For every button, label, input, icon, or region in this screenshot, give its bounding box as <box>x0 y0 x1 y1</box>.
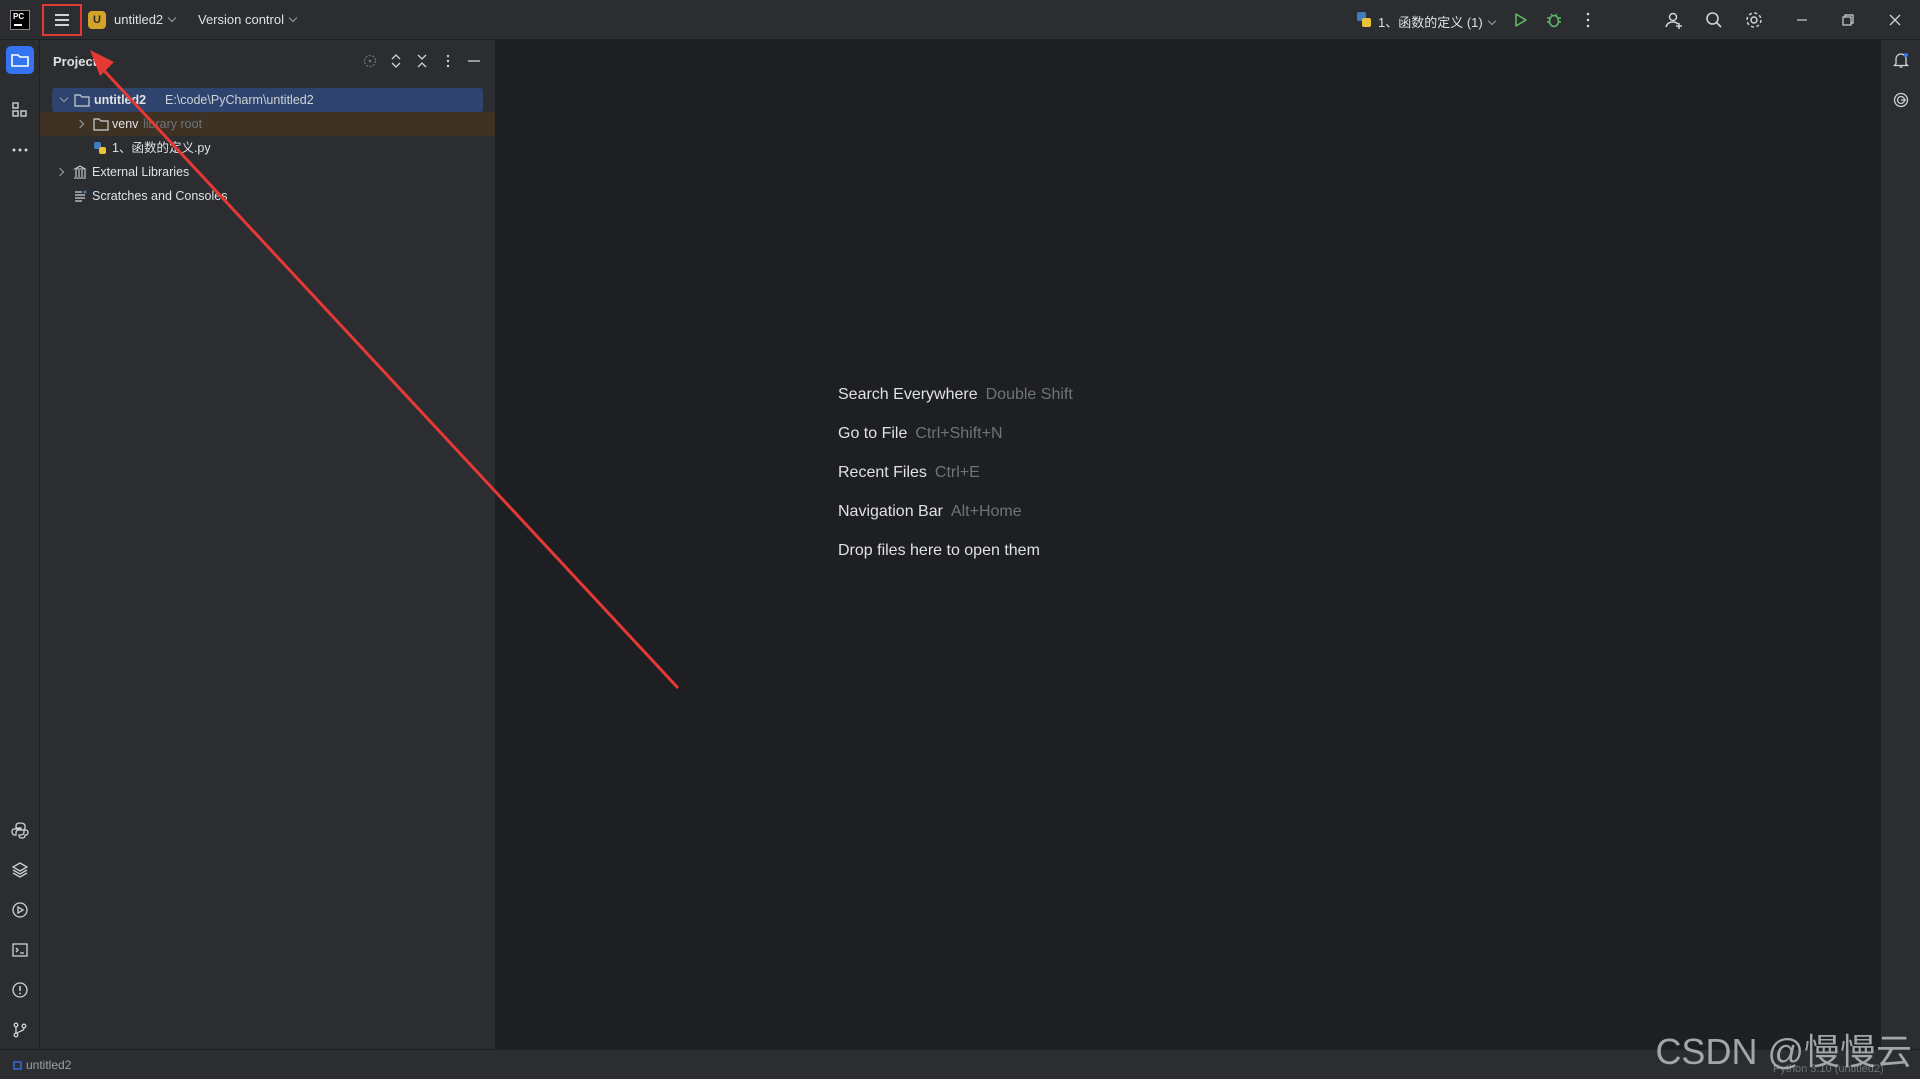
left-tool-strip <box>0 40 40 1049</box>
hint-label: Go to File <box>838 425 908 442</box>
hint-go-to-file[interactable]: Go to File Ctrl+Shift+N <box>838 425 1003 443</box>
vcs-label: Version control <box>198 12 284 27</box>
hint-navigation-bar[interactable]: Navigation Bar Alt+Home <box>838 503 1022 521</box>
hint-shortcut: Double Shift <box>985 386 1073 403</box>
search-icon[interactable] <box>1704 10 1724 30</box>
hint-label: Search Everywhere <box>838 386 978 403</box>
tree-row-external-libraries[interactable]: External Libraries <box>40 160 495 184</box>
debug-icon[interactable] <box>1544 10 1564 30</box>
tree-row-scratches[interactable]: Scratches and Consoles <box>40 184 495 208</box>
vcs-widget[interactable]: Version control <box>198 12 298 27</box>
tree-row-root[interactable]: untitled2 E:\code\PyCharm\untitled2 <box>52 88 483 112</box>
status-project-name[interactable]: untitled2 <box>26 1058 71 1072</box>
warning-circle-icon <box>12 982 28 998</box>
restore-icon[interactable] <box>1838 10 1858 30</box>
more-tools-button[interactable] <box>6 136 34 164</box>
watermark: CSDN @慢慢云 <box>1655 1031 1912 1072</box>
python-file-name: 1、函数的定义.py <box>112 141 211 155</box>
spiral-icon <box>1893 92 1909 108</box>
chevron-down-icon <box>288 13 298 23</box>
chevron-right-icon <box>55 167 65 177</box>
root-folder-name: untitled2 <box>94 93 147 107</box>
panel-title: Project <box>53 54 98 69</box>
services-button[interactable] <box>6 896 34 924</box>
hint-label: Navigation Bar <box>838 503 943 520</box>
python-packages-button[interactable] <box>6 856 34 884</box>
venv-name: venv <box>112 117 139 131</box>
tree-row-python-file[interactable]: 1、函数的定义.py <box>40 136 495 160</box>
options-icon[interactable] <box>440 53 456 69</box>
settings-gear-icon[interactable] <box>1744 10 1764 30</box>
project-switcher[interactable]: untitled2 <box>114 12 177 27</box>
more-vertical-icon[interactable] <box>1578 10 1598 30</box>
expand-all-icon[interactable] <box>388 53 404 69</box>
more-horizontal-icon <box>12 148 28 152</box>
project-tool-window: Project untitled2 E:\code\PyCharm\untitl… <box>40 40 496 1049</box>
python-file-icon <box>1357 12 1371 27</box>
main-menu-button[interactable] <box>42 4 82 36</box>
git-button[interactable] <box>6 1016 34 1044</box>
notifications-button[interactable] <box>1887 46 1915 74</box>
project-tool-button[interactable] <box>6 46 34 74</box>
locate-icon[interactable] <box>362 53 378 69</box>
tree-row-venv[interactable]: venv library root <box>40 112 495 136</box>
status-bar: untitled2 Python 3.10 (untitled2) <box>0 1049 1920 1079</box>
project-badge: U <box>88 11 106 29</box>
python-file-icon <box>94 142 106 154</box>
title-bar: PC U untitled2 Version control 1、函数的定义 (… <box>0 0 1920 40</box>
venv-note: library root <box>143 117 203 131</box>
hint-search-everywhere[interactable]: Search Everywhere Double Shift <box>838 386 1073 404</box>
scratches-icon <box>75 190 87 202</box>
python-console-button[interactable] <box>6 816 34 844</box>
problems-button[interactable] <box>6 976 34 1004</box>
library-icon <box>73 165 87 179</box>
editor-area: Search Everywhere Double Shift Go to File… <box>496 40 1880 1049</box>
chevron-right-icon <box>75 119 85 129</box>
run-icon[interactable] <box>1510 10 1530 30</box>
hint-shortcut: Alt+Home <box>950 503 1022 520</box>
root-folder-path: E:\code\PyCharm\untitled2 <box>165 93 314 107</box>
ai-assistant-button[interactable] <box>1887 86 1915 114</box>
structure-tool-button[interactable] <box>6 96 34 124</box>
hint-label: Recent Files <box>838 464 927 481</box>
folder-icon <box>93 118 109 131</box>
folder-icon <box>74 94 90 107</box>
right-tool-strip <box>1880 40 1920 1049</box>
git-branch-icon <box>13 1022 27 1038</box>
add-user-icon[interactable] <box>1664 10 1684 30</box>
collapse-all-icon[interactable] <box>414 53 430 69</box>
minimize-icon[interactable] <box>1792 10 1812 30</box>
terminal-button[interactable] <box>6 936 34 964</box>
pycharm-logo: PC <box>10 10 30 30</box>
bell-icon <box>1892 53 1910 68</box>
hint-recent-files[interactable]: Recent Files Ctrl+E <box>838 464 980 482</box>
services-icon <box>12 902 28 918</box>
terminal-icon <box>12 943 28 957</box>
hide-panel-icon[interactable] <box>466 53 482 69</box>
hint-shortcut: Ctrl+E <box>934 464 980 481</box>
chevron-down-icon <box>1487 16 1496 26</box>
hint-drop-files: Drop files here to open them <box>838 542 1040 560</box>
hint-label: Drop files here to open them <box>838 542 1040 559</box>
external-libraries-label: External Libraries <box>92 165 190 179</box>
run-config-label: 1、函数的定义 (1) <box>1378 15 1483 30</box>
structure-icon <box>12 102 27 117</box>
folder-icon <box>11 54 29 67</box>
run-config-selector[interactable]: 1、函数的定义 (1) <box>1378 12 1496 31</box>
layers-icon <box>11 862 29 878</box>
project-name: untitled2 <box>114 12 164 27</box>
chevron-down-icon <box>167 13 177 23</box>
close-icon[interactable] <box>1885 10 1905 30</box>
hint-shortcut: Ctrl+Shift+N <box>915 425 1003 442</box>
python-console-icon <box>11 822 29 839</box>
chevron-down-icon <box>59 93 69 103</box>
scratches-label: Scratches and Consoles <box>92 189 228 203</box>
project-square-icon <box>13 1061 22 1070</box>
